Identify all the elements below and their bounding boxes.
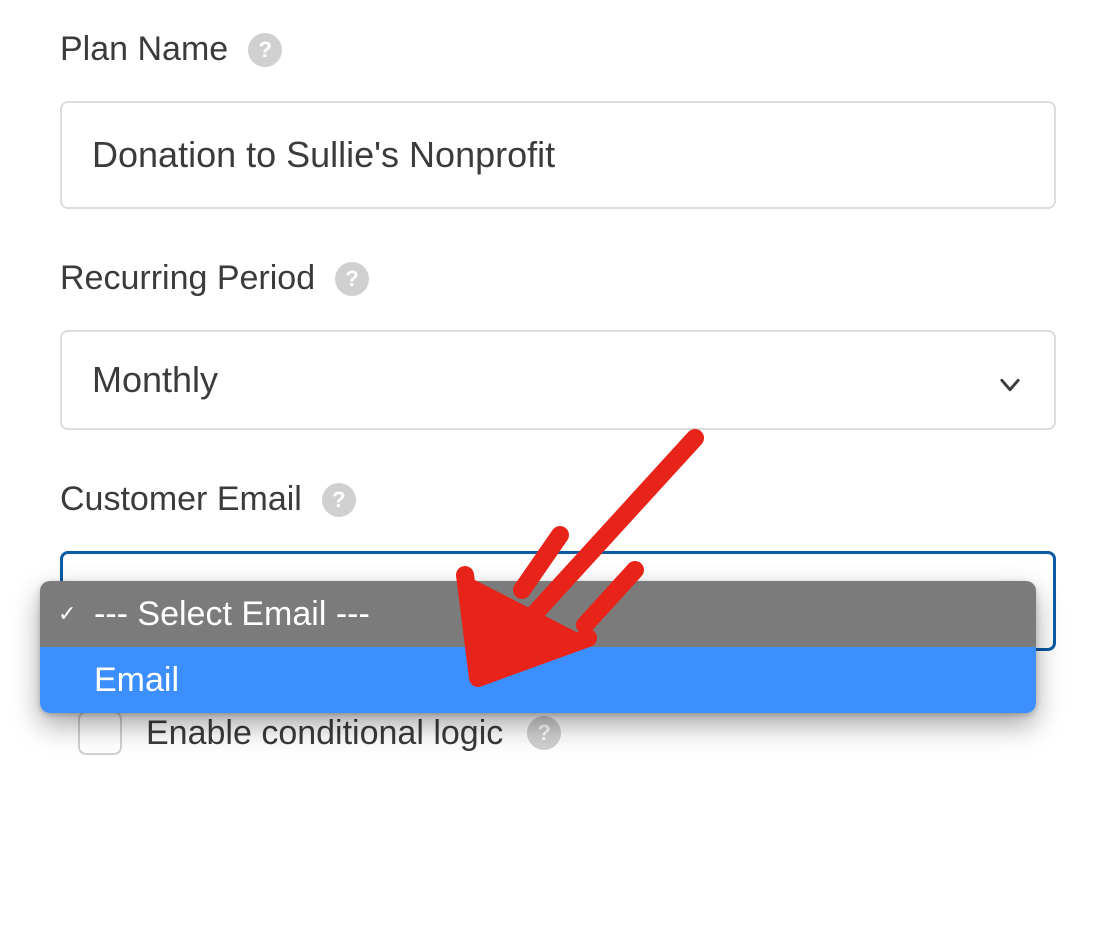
dropdown-option-email[interactable]: Email [40,647,1036,713]
recurring-period-field-group: Recurring Period ? Monthly [60,259,1056,430]
customer-email-label: Customer Email [60,480,302,519]
plan-name-field-group: Plan Name ? [60,30,1056,209]
customer-email-select-wrap: ✓ --- Select Email --- Email [60,551,1056,651]
conditional-logic-row: Enable conditional logic ? [78,711,1056,755]
plan-name-label-row: Plan Name ? [60,30,1056,69]
plan-name-input[interactable] [60,101,1056,209]
recurring-period-select-wrap: Monthly [60,330,1056,430]
help-icon[interactable]: ? [335,262,369,296]
help-icon[interactable]: ? [248,33,282,67]
check-icon: ✓ [58,601,76,627]
dropdown-option-placeholder[interactable]: ✓ --- Select Email --- [40,581,1036,647]
recurring-period-select[interactable]: Monthly [60,330,1056,430]
chevron-down-icon [996,366,1024,394]
recurring-period-value: Monthly [92,359,218,401]
customer-email-field-group: Customer Email ? ✓ --- Select Email --- … [60,480,1056,755]
option-label: Email [94,661,179,700]
conditional-logic-label: Enable conditional logic [146,714,503,753]
recurring-period-label-row: Recurring Period ? [60,259,1056,298]
conditional-logic-checkbox[interactable] [78,711,122,755]
help-icon[interactable]: ? [322,483,356,517]
customer-email-label-row: Customer Email ? [60,480,1056,519]
customer-email-dropdown: ✓ --- Select Email --- Email [40,581,1036,713]
help-icon[interactable]: ? [527,716,561,750]
plan-name-label: Plan Name [60,30,228,69]
recurring-period-label: Recurring Period [60,259,315,298]
option-label: --- Select Email --- [94,595,370,634]
